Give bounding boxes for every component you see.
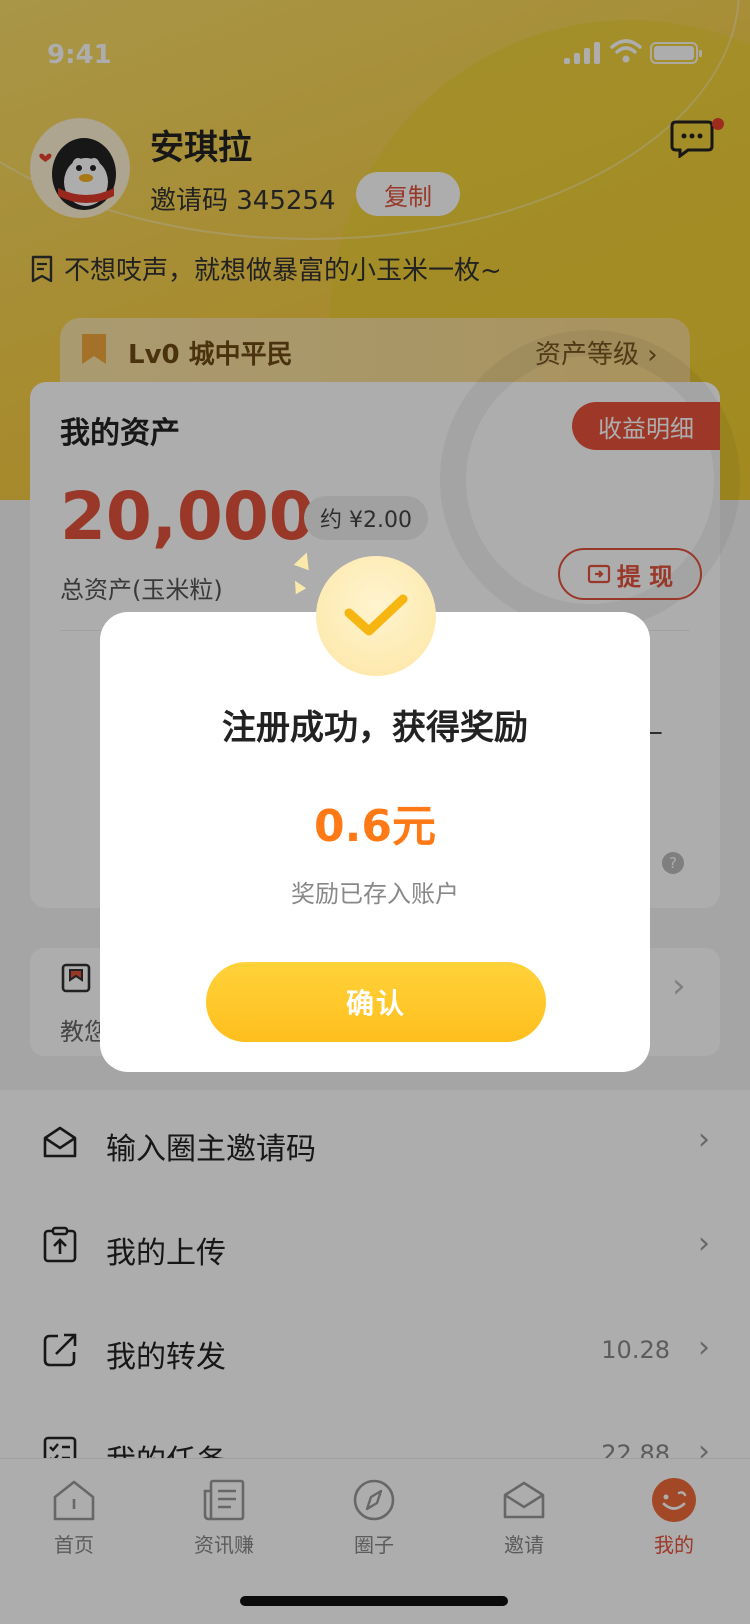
modal-title: 注册成功，获得奖励 (222, 708, 528, 748)
reward-subtitle: 奖励已存入账户 (291, 880, 459, 908)
success-badge (316, 556, 436, 676)
checkmark-icon (344, 594, 408, 636)
confirm-button[interactable]: 确认 (206, 962, 546, 1042)
reward-amount: 0.6元 (314, 801, 436, 852)
